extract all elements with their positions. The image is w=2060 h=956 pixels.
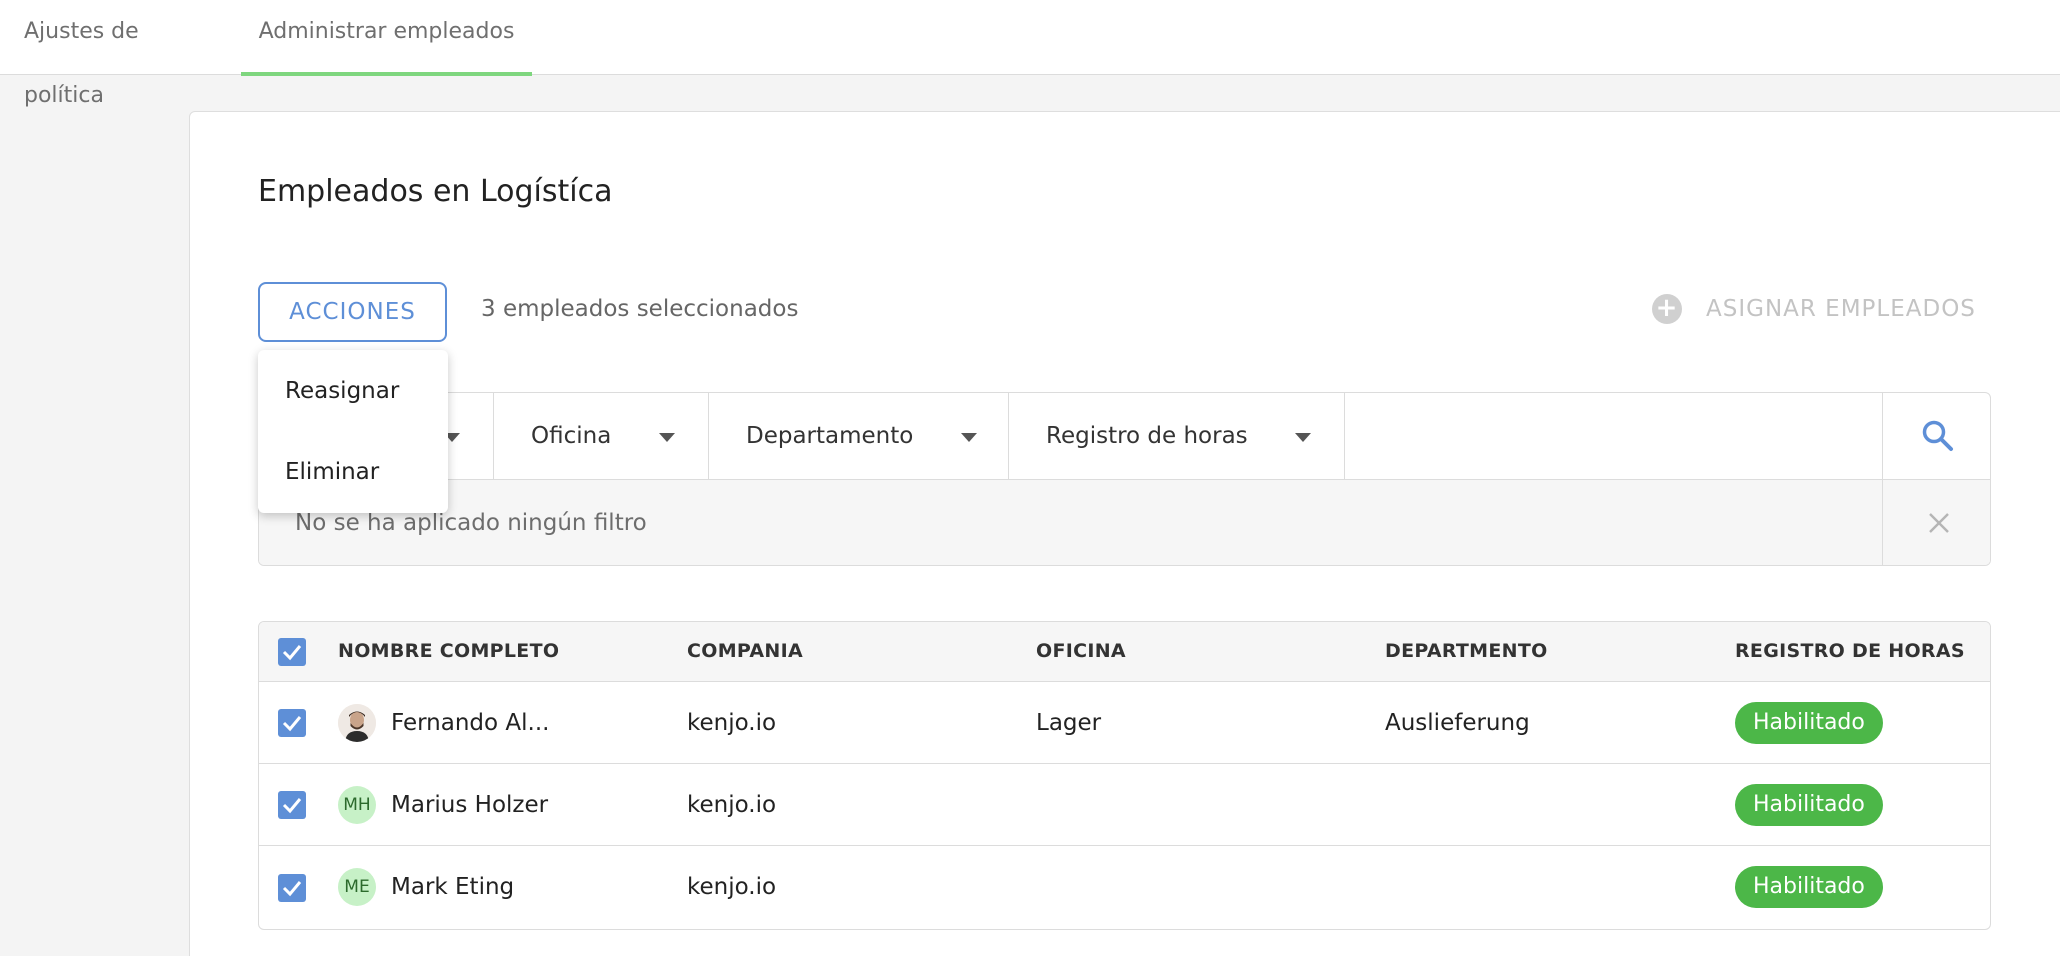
assign-employees-button[interactable]: + ASIGNAR EMPLEADOS xyxy=(1652,292,1976,326)
employee-office: Lager xyxy=(1036,710,1102,736)
check-icon xyxy=(282,716,302,732)
column-header-office[interactable]: OFICINA xyxy=(1036,622,1126,680)
filter-select-label: Oficina xyxy=(531,423,612,449)
filter-select-label: Departamento xyxy=(746,423,914,449)
filter-select-office[interactable]: Oficina xyxy=(494,393,709,479)
check-icon xyxy=(282,798,302,814)
search-button[interactable] xyxy=(1882,393,1990,479)
selected-count-text: 3 empleados seleccionados xyxy=(481,296,799,322)
column-header-name[interactable]: NOMBRE COMPLETO xyxy=(338,622,559,680)
filter-select-time-tracking[interactable]: Registro de horas xyxy=(1009,393,1345,479)
assign-employees-label: ASIGNAR EMPLEADOS xyxy=(1706,296,1976,322)
filter-panel: Oficina Departamento Registro de horas N… xyxy=(258,392,1991,566)
filter-select-label: Registro de horas xyxy=(1046,423,1248,449)
chevron-down-icon xyxy=(1295,433,1311,442)
table-row[interactable]: Fernando Al... kenjo.io Lager Auslieferu… xyxy=(259,682,1990,764)
employees-table: NOMBRE COMPLETO COMPANIA OFICINA DEPARTM… xyxy=(258,621,1991,930)
search-input[interactable] xyxy=(1345,393,1883,479)
employee-name[interactable]: Marius Holzer xyxy=(391,764,548,846)
actions-button[interactable]: ACCIONES xyxy=(258,282,447,342)
table-row[interactable]: MH Marius Holzer kenjo.io Habilitado xyxy=(259,764,1990,846)
employee-company: kenjo.io xyxy=(687,710,777,736)
employee-department: Auslieferung xyxy=(1385,710,1530,736)
column-header-company[interactable]: COMPANIA xyxy=(687,622,803,680)
status-badge: Habilitado xyxy=(1735,702,1883,744)
avatar: ME xyxy=(338,868,376,906)
employee-company: kenjo.io xyxy=(687,792,777,818)
check-icon xyxy=(282,881,302,897)
filter-row: Oficina Departamento Registro de horas xyxy=(259,393,1990,480)
status-badge: Habilitado xyxy=(1735,784,1883,826)
close-icon xyxy=(1929,513,1949,533)
column-header-time-tracking[interactable]: REGISTRO DE HORAS xyxy=(1735,622,1965,680)
menu-item-reassign[interactable]: Reasignar xyxy=(285,378,399,404)
clear-filters-button[interactable] xyxy=(1882,480,1990,565)
column-header-department[interactable]: DEPARTMENTO xyxy=(1385,622,1548,680)
search-icon xyxy=(1922,420,1953,451)
avatar: MH xyxy=(338,786,376,824)
employee-name[interactable]: Fernando Al... xyxy=(391,682,549,764)
select-all-checkbox[interactable] xyxy=(278,638,306,666)
check-icon xyxy=(282,645,302,661)
filter-select-department[interactable]: Departamento xyxy=(709,393,1009,479)
add-circle-icon: + xyxy=(1652,294,1682,324)
row-checkbox[interactable] xyxy=(278,709,306,737)
actions-dropdown-menu: Reasignar Eliminar xyxy=(258,350,448,513)
chevron-down-icon xyxy=(659,433,675,442)
applied-filters-row: No se ha aplicado ningún filtro xyxy=(259,480,1990,565)
employee-name[interactable]: Mark Eting xyxy=(391,846,514,928)
tab-policy-settings[interactable]: Ajustes de política xyxy=(24,0,224,108)
top-tab-bar: Ajustes de política Administrar empleado… xyxy=(0,0,2060,108)
row-checkbox[interactable] xyxy=(278,874,306,902)
menu-item-delete[interactable]: Eliminar xyxy=(285,459,379,485)
page-title: Empleados en Logístíca xyxy=(258,174,613,209)
row-checkbox[interactable] xyxy=(278,791,306,819)
employee-company: kenjo.io xyxy=(687,874,777,900)
status-badge: Habilitado xyxy=(1735,866,1883,908)
chevron-down-icon xyxy=(961,433,977,442)
tab-manage-employees[interactable]: Administrar empleados xyxy=(241,0,532,76)
avatar xyxy=(338,704,376,742)
table-row[interactable]: ME Mark Eting kenjo.io Habilitado xyxy=(259,846,1990,928)
table-header: NOMBRE COMPLETO COMPANIA OFICINA DEPARTM… xyxy=(259,622,1990,682)
person-photo-icon xyxy=(338,704,376,742)
